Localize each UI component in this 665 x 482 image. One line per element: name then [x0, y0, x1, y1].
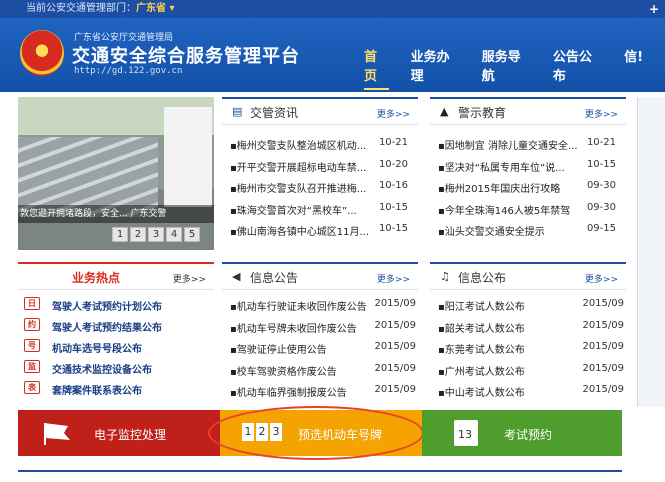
hot-header: 业务热点 更多>> [18, 264, 214, 290]
publish-title: 信息公布 [458, 271, 507, 285]
table-icon: 表 [24, 381, 40, 394]
image-carousel[interactable]: 敦您避开拥堵路段，安全... 广东交警 1 2 3 4 5 [18, 97, 214, 250]
list-item[interactable]: ▪驾驶证停止使用公告 2015/09 [222, 337, 418, 359]
list-item[interactable]: 表套牌案件联系表公布 [18, 378, 214, 399]
list-item[interactable]: ▪今年全珠海146人被5年禁驾 09-30 [430, 198, 626, 220]
top-bar: 当前公安交通管理部门：广东省 ▾ + [0, 0, 665, 18]
list-item[interactable]: 号机动车选号号段公布 [18, 336, 214, 357]
e-monitor-banner[interactable]: 电子监控处理 [18, 410, 220, 456]
site-url: http://gd.122.gov.cn [74, 66, 183, 76]
police-emblem-icon [20, 30, 64, 76]
list-item[interactable]: ▪机动车行驶证未收回作废公告 2015/09 [222, 294, 418, 316]
main-nav: 首页 业务办理 服务导航 公告公布 信! [364, 46, 665, 90]
list-item[interactable]: 监交通技术监控设备公布 [18, 357, 214, 378]
hot-title: 业务热点 [72, 271, 121, 285]
site-title[interactable]: 交通安全综合服务管理平台 [72, 42, 300, 68]
province-selector[interactable]: 广东省 ▾ [136, 3, 175, 14]
list-item[interactable]: 约驾驶人考试预约结果公布 [18, 315, 214, 336]
news-more-link[interactable]: 更多>> [377, 107, 410, 120]
site-header: 广东省公安厅交通管理局 交通安全综合服务管理平台 http://gd.122.g… [0, 18, 665, 92]
warning-more-link[interactable]: 更多>> [585, 107, 618, 120]
newspaper-icon: ▤ [232, 105, 243, 118]
publish-header: ♫ 信息公布 更多>> [430, 264, 626, 290]
publish-more-link[interactable]: 更多>> [585, 272, 618, 285]
list-item[interactable]: ▪中山考试人数公布 2015/09 [430, 380, 626, 402]
exam-booking-label: 考试预约 [504, 428, 553, 442]
list-item[interactable]: ▪韶关考试人数公布 2015/09 [430, 316, 626, 338]
carousel-pager: 1 2 3 4 5 [112, 227, 202, 242]
list-item[interactable]: ▪汕头交警交通安全提示 09-15 [430, 219, 626, 241]
warning-icon: ▲ [440, 105, 449, 118]
notice-title: 信息公告 [250, 271, 299, 285]
traffic-sign-graphic [164, 107, 212, 207]
warning-title: 警示教育 [458, 106, 507, 120]
license-plate-icon: 号 [24, 339, 40, 352]
list-item[interactable]: ▪坚决对“私属专用车位”说... 10-15 [430, 155, 626, 177]
highlight-ellipse [208, 406, 424, 460]
right-side-column [637, 97, 665, 407]
carousel-caption[interactable]: 敦您避开拥堵路段，安全... 广东交警 [18, 205, 214, 223]
plate-preselect-banner[interactable]: 1 2 3 预选机动车号牌 [208, 406, 424, 460]
bell-icon: ♫ [440, 270, 450, 283]
list-item[interactable]: ▪梅州交警支队整治城区机动... 10-21 [222, 133, 418, 155]
list-item[interactable]: ▪广州考试人数公布 2015/09 [430, 359, 626, 381]
flag-icon [44, 423, 70, 445]
list-item[interactable]: ▪东莞考试人数公布 2015/09 [430, 337, 626, 359]
calendar-check-icon: 约 [24, 318, 40, 331]
nav-info[interactable]: 信! [624, 46, 643, 90]
news-header: ▤ 交管资讯 更多>> [222, 99, 418, 125]
notice-more-link[interactable]: 更多>> [377, 272, 410, 285]
carousel-page-4[interactable]: 4 [166, 227, 182, 242]
carousel-page-5[interactable]: 5 [184, 227, 200, 242]
hot-more-link[interactable]: 更多>> [173, 272, 206, 285]
nav-home[interactable]: 首页 [364, 46, 389, 90]
exam-booking-banner[interactable]: 13 考试预约 [422, 410, 622, 456]
publish-panel: ♫ 信息公布 更多>> ▪阳江考试人数公布 2015/09 ▪韶关考试人数公布 20… [430, 262, 626, 402]
nav-business[interactable]: 业务办理 [411, 46, 460, 90]
calendar-icon: 日 [24, 297, 40, 310]
footer-divider [18, 470, 622, 472]
list-item[interactable]: ▪开平交警开展超标电动车禁... 10-20 [222, 155, 418, 177]
megaphone-icon: ◀ [232, 270, 241, 283]
hot-business-panel: 业务热点 更多>> 日驾驶人考试预约计划公布 约驾驶人考试预约结果公布 号机动车… [18, 262, 214, 402]
plus-icon[interactable]: + [649, 0, 659, 18]
carousel-page-3[interactable]: 3 [148, 227, 164, 242]
list-item[interactable]: ▪梅州2015年国庆出行攻略 09-30 [430, 176, 626, 198]
warning-panel: ▲ 警示教育 更多>> ▪因地制宜 消除儿童交通安全... 10-21 ▪坚决对“… [430, 97, 626, 243]
nav-announcements[interactable]: 公告公布 [553, 46, 602, 90]
e-monitor-label: 电子监控处理 [94, 428, 167, 442]
list-item[interactable]: ▪佛山南海各镇中心城区11月... 10-15 [222, 219, 418, 241]
carousel-page-1[interactable]: 1 [112, 227, 128, 242]
news-title: 交管资讯 [250, 106, 299, 120]
calendar-13-icon: 13 [454, 420, 478, 446]
list-item[interactable]: ▪机动车号牌未收回作废公告 2015/09 [222, 316, 418, 338]
notice-panel: ◀ 信息公告 更多>> ▪机动车行驶证未收回作废公告 2015/09 ▪机动车号牌… [222, 262, 418, 402]
list-item[interactable]: ▪因地制宜 消除儿童交通安全... 10-21 [430, 133, 626, 155]
dept-label: 当前公安交通管理部门： [26, 3, 136, 14]
camera-icon: 监 [24, 360, 40, 373]
list-item[interactable]: 日驾驶人考试预约计划公布 [18, 294, 214, 315]
list-item[interactable]: ▪珠海交警首次对“黑校车”... 10-15 [222, 198, 418, 220]
carousel-page-2[interactable]: 2 [130, 227, 146, 242]
list-item[interactable]: ▪校车驾驶资格作废公告 2015/09 [222, 359, 418, 381]
news-panel: ▤ 交管资讯 更多>> ▪梅州交警支队整治城区机动... 10-21 ▪开平交警开… [222, 97, 418, 243]
list-item[interactable]: ▪梅州市交警支队召开推进梅... 10-16 [222, 176, 418, 198]
list-item[interactable]: ▪机动车临界强制报废公告 2015/09 [222, 380, 418, 402]
nav-service-guide[interactable]: 服务导航 [482, 46, 531, 90]
notice-header: ◀ 信息公告 更多>> [222, 264, 418, 290]
warning-header: ▲ 警示教育 更多>> [430, 99, 626, 125]
list-item[interactable]: ▪阳江考试人数公布 2015/09 [430, 294, 626, 316]
